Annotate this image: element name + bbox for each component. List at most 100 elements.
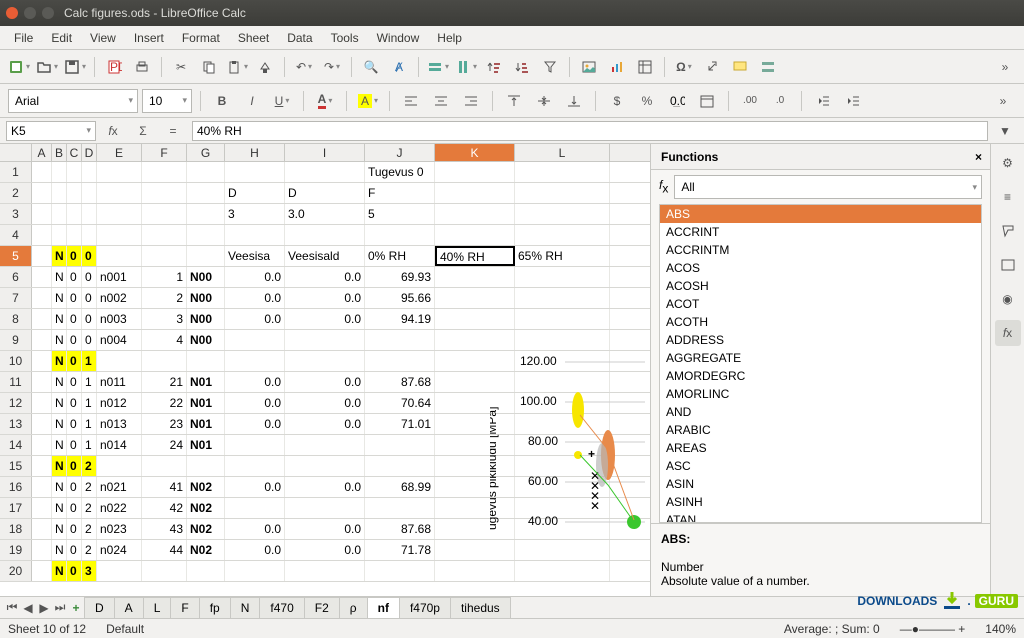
cell[interactable] (97, 561, 142, 581)
cell[interactable]: 0.0 (285, 372, 365, 392)
col-header-D[interactable]: D (82, 144, 97, 161)
align-bottom-button[interactable] (561, 88, 587, 114)
cell[interactable] (142, 351, 187, 371)
function-item[interactable]: ATAN (660, 511, 981, 523)
minimize-window-button[interactable] (24, 7, 36, 19)
cell[interactable]: N00 (187, 288, 225, 308)
cell[interactable] (435, 183, 515, 203)
cell[interactable]: D (285, 183, 365, 203)
cell[interactable]: 87.68 (365, 519, 435, 539)
cell[interactable]: N (52, 246, 67, 266)
cell[interactable]: 24 (142, 435, 187, 455)
sheet-tab[interactable]: fp (199, 597, 231, 618)
function-item[interactable]: AMORDEGRC (660, 367, 981, 385)
cell[interactable] (435, 225, 515, 245)
cell[interactable] (365, 456, 435, 476)
cell[interactable] (515, 267, 610, 287)
cell[interactable]: 0 (67, 393, 82, 413)
cell[interactable]: 42 (142, 498, 187, 518)
cell[interactable]: 87.68 (365, 372, 435, 392)
cell[interactable] (142, 456, 187, 476)
cell[interactable] (365, 351, 435, 371)
column-button[interactable] (453, 54, 479, 80)
comment-button[interactable] (727, 54, 753, 80)
save-button[interactable] (62, 54, 88, 80)
row-header[interactable]: 3 (0, 204, 32, 224)
sheet-tab[interactable]: N (230, 597, 261, 618)
cell[interactable] (142, 204, 187, 224)
cell[interactable]: 0 (82, 309, 97, 329)
zoom-slider[interactable]: —●——— + (900, 622, 966, 636)
cell[interactable]: 0.0 (285, 393, 365, 413)
row-header[interactable]: 7 (0, 288, 32, 308)
col-header-C[interactable]: C (67, 144, 82, 161)
cell[interactable]: N00 (187, 267, 225, 287)
formula-input[interactable]: 40% RH (192, 121, 988, 141)
cell[interactable]: n004 (97, 330, 142, 350)
cell[interactable] (187, 162, 225, 182)
close-sidepanel-button[interactable]: × (975, 150, 982, 164)
clone-formatting-button[interactable] (252, 54, 278, 80)
menu-help[interactable]: Help (429, 29, 470, 47)
cell[interactable]: 0.0 (285, 540, 365, 560)
function-item[interactable]: ASINH (660, 493, 981, 511)
tab-last-button[interactable]: ⏭ (52, 600, 68, 615)
open-button[interactable] (34, 54, 60, 80)
cell[interactable]: 2 (82, 456, 97, 476)
cell[interactable]: 0.0 (285, 267, 365, 287)
functions-tab-icon[interactable]: fx (995, 320, 1021, 346)
cell[interactable]: 1 (82, 435, 97, 455)
cell[interactable]: 0 (67, 414, 82, 434)
cell[interactable] (515, 288, 610, 308)
menu-tools[interactable]: Tools (323, 29, 367, 47)
cell[interactable] (67, 183, 82, 203)
cell[interactable] (32, 435, 52, 455)
cell[interactable] (225, 456, 285, 476)
cell[interactable]: 0 (67, 372, 82, 392)
column-headers[interactable]: ABCDEFGHIJKL (0, 144, 650, 162)
cell[interactable] (435, 540, 515, 560)
function-item[interactable]: AMORLINC (660, 385, 981, 403)
cell[interactable] (142, 162, 187, 182)
add-decimal-button[interactable]: .00 (737, 88, 763, 114)
export-pdf-button[interactable]: PDF (101, 54, 127, 80)
cell[interactable] (82, 162, 97, 182)
function-item[interactable]: ACOSH (660, 277, 981, 295)
cell[interactable] (515, 498, 610, 518)
font-color-button[interactable]: A (312, 88, 338, 114)
col-header-E[interactable]: E (97, 144, 142, 161)
row-header[interactable]: 12 (0, 393, 32, 413)
cell[interactable]: 0 (67, 561, 82, 581)
function-item[interactable]: ACOS (660, 259, 981, 277)
cell[interactable] (32, 540, 52, 560)
sheet-tab[interactable]: D (84, 597, 115, 618)
col-header-I[interactable]: I (285, 144, 365, 161)
cell[interactable] (187, 225, 225, 245)
cell[interactable]: 0.0 (225, 372, 285, 392)
align-center-button[interactable] (428, 88, 454, 114)
cell[interactable] (225, 561, 285, 581)
cell[interactable] (225, 435, 285, 455)
sheet-tab[interactable]: tihedus (450, 597, 511, 618)
sheet-tab[interactable]: F2 (304, 597, 340, 618)
cell[interactable]: 0 (67, 288, 82, 308)
function-item[interactable]: ABS (660, 205, 981, 223)
function-item[interactable]: ACOT (660, 295, 981, 313)
cell[interactable] (187, 204, 225, 224)
zoom-level[interactable]: 140% (985, 622, 1016, 636)
cell[interactable]: n023 (97, 519, 142, 539)
cell[interactable] (435, 267, 515, 287)
function-item[interactable]: ACOTH (660, 313, 981, 331)
row-header[interactable]: 10 (0, 351, 32, 371)
highlight-color-button[interactable]: A (355, 88, 381, 114)
row-header[interactable]: 5 (0, 246, 32, 266)
cell[interactable]: 0.0 (285, 519, 365, 539)
close-window-button[interactable] (6, 7, 18, 19)
menu-sheet[interactable]: Sheet (230, 29, 277, 47)
cell[interactable]: N02 (187, 540, 225, 560)
cell[interactable]: N (52, 561, 67, 581)
cell[interactable] (435, 561, 515, 581)
cell[interactable]: 0.0 (225, 540, 285, 560)
cell[interactable]: N (52, 372, 67, 392)
print-button[interactable] (129, 54, 155, 80)
